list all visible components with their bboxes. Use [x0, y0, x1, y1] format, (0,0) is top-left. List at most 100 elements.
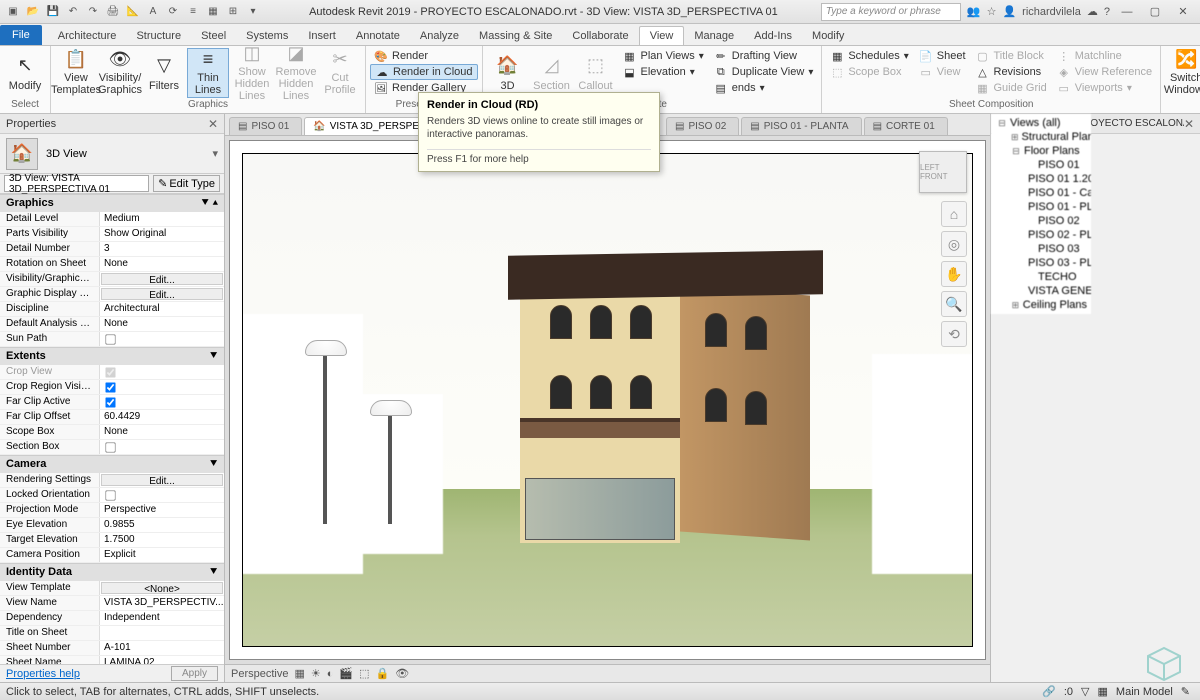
guide-grid-button[interactable]: ▦Guide Grid: [972, 80, 1051, 96]
view-name-field[interactable]: VISTA 3D_PERSPECTIV...: [100, 596, 224, 610]
infocenter-icon[interactable]: 👥: [967, 5, 981, 18]
redo-icon[interactable]: ↷: [84, 3, 102, 21]
section-button[interactable]: ◿Section: [531, 48, 573, 98]
elevation-button[interactable]: ⬓Elevation ▾: [619, 64, 708, 80]
3d-view-button[interactable]: 🏠3D: [487, 48, 529, 98]
tab-manage[interactable]: Manage: [684, 27, 744, 45]
tab-file[interactable]: File: [0, 25, 42, 45]
thin-lines-icon[interactable]: ≡: [184, 3, 202, 21]
tree-item[interactable]: PISO 02: [991, 214, 1091, 228]
tree-item[interactable]: ⊟3D Views: [991, 312, 1091, 314]
cat-camera[interactable]: Camera⯆: [0, 455, 224, 473]
vg-overrides-button[interactable]: Edit...: [101, 273, 223, 285]
sunpath-checkbox[interactable]: [100, 332, 224, 346]
type-selector[interactable]: 🏠 3D View ▾: [0, 134, 224, 174]
expand-icon[interactable]: ⊞: [1011, 132, 1019, 143]
tree-item[interactable]: ⊟Views (all): [991, 116, 1091, 130]
tree-item[interactable]: PISO 01 - PLANTA: [991, 200, 1091, 214]
duplicate-view-button[interactable]: ⧉Duplicate View ▾: [710, 64, 818, 80]
plan-views-button[interactable]: ▦Plan Views ▾: [619, 48, 708, 64]
expand-icon[interactable]: ⊟: [1011, 314, 1021, 315]
render-cloud-button[interactable]: ☁Render in Cloud: [370, 64, 478, 80]
render-show-icon[interactable]: 🎬: [339, 667, 353, 680]
properties-close-icon[interactable]: ✕: [208, 117, 218, 131]
cat-identity[interactable]: Identity Data⯆: [0, 563, 224, 581]
detail-level-field[interactable]: Medium: [100, 212, 224, 226]
render-button[interactable]: 🎨Render: [370, 48, 478, 64]
cat-graphics[interactable]: Graphics⯆ ▴: [0, 194, 224, 212]
crop-icon[interactable]: ⬚: [359, 667, 369, 680]
view-reference-button[interactable]: ◈View Reference: [1053, 64, 1156, 80]
edit-type-button[interactable]: ✎Edit Type: [153, 175, 220, 192]
house-model[interactable]: [520, 243, 810, 573]
modify-button[interactable]: ↖Modify: [4, 48, 46, 98]
sb-filter-icon[interactable]: ▽: [1077, 685, 1093, 698]
cut-profile-button[interactable]: ✂Cut Profile: [319, 48, 361, 98]
eye-elev-field[interactable]: 0.9855: [100, 518, 224, 532]
dropdown-icon[interactable]: ▾: [244, 3, 262, 21]
expand-icon[interactable]: ⊟: [997, 118, 1007, 129]
sheet-button[interactable]: 📄Sheet: [915, 48, 970, 64]
matchline-button[interactable]: ⋮Matchline: [1053, 48, 1156, 64]
tab-architecture[interactable]: Architecture: [48, 27, 127, 45]
tree-item[interactable]: VISTA GENERAL: [991, 284, 1091, 298]
crop-checkbox[interactable]: [100, 365, 224, 379]
scale-label[interactable]: Perspective: [231, 668, 288, 680]
open-icon[interactable]: 📂: [24, 3, 42, 21]
sb-workset-icon[interactable]: ▦: [1094, 685, 1112, 698]
lock-icon[interactable]: 🔒: [376, 667, 390, 680]
title-block-button[interactable]: ▢Title Block: [972, 48, 1051, 64]
tab-addins[interactable]: Add-Ins: [744, 27, 802, 45]
farclip-checkbox[interactable]: [100, 395, 224, 409]
tree-item[interactable]: TECHO: [991, 270, 1091, 284]
cat-extents[interactable]: Extents⯆: [0, 347, 224, 365]
sheet-name-field[interactable]: LAMINA 02: [100, 656, 224, 664]
dependency-field[interactable]: Independent: [100, 611, 224, 625]
title-sheet-field[interactable]: [100, 626, 224, 640]
reveal-icon[interactable]: 👁: [395, 667, 409, 680]
tree-item[interactable]: PISO 03 - PLANTA: [991, 256, 1091, 270]
projection-field[interactable]: Perspective: [100, 503, 224, 517]
switch-windows-button[interactable]: 🔀Switch Windows: [1165, 48, 1200, 98]
thin-lines-button[interactable]: ≡Thin Lines: [187, 48, 229, 98]
locked-checkbox[interactable]: [100, 488, 224, 502]
sectionbox-checkbox[interactable]: [100, 440, 224, 454]
tab-view[interactable]: View: [639, 26, 685, 45]
view-instance-combo[interactable]: 3D View: VISTA 3D_PERSPECTIVA 01: [4, 175, 149, 192]
view-tab-4[interactable]: ▤CORTE 01: [864, 117, 948, 135]
dimension-icon[interactable]: A: [144, 3, 162, 21]
tree-item[interactable]: PISO 03: [991, 242, 1091, 256]
scope-box-button[interactable]: ⬚Scope Box: [826, 64, 912, 80]
tab-analyze[interactable]: Analyze: [410, 27, 469, 45]
nav-zoom-icon[interactable]: 🔍: [941, 291, 967, 317]
exchange-icon[interactable]: ☁: [1087, 5, 1098, 18]
callout-button[interactable]: ⬚Callout: [575, 48, 617, 98]
parts-vis-field[interactable]: Show Original: [100, 227, 224, 241]
print-icon[interactable]: 🖨: [104, 3, 122, 21]
apply-button[interactable]: Apply: [171, 666, 218, 681]
schedules-button[interactable]: ▦Schedules ▾: [826, 48, 912, 64]
tree-item[interactable]: ⊞Ceiling Plans: [991, 298, 1091, 312]
tree-item[interactable]: PISO 02 - PLANTA: [991, 228, 1091, 242]
close-hidden-icon[interactable]: ▦: [204, 3, 222, 21]
user-icon[interactable]: 👤: [1002, 5, 1016, 18]
scope-box-field[interactable]: None: [100, 425, 224, 439]
help-search-input[interactable]: Type a keyword or phrase: [821, 3, 961, 21]
view-tab-1[interactable]: 🏠VISTA 3D_PERSPE: [304, 117, 432, 135]
shadows-icon[interactable]: ◐: [327, 668, 334, 680]
project-tree[interactable]: ⊟Views (all)⊞Structural Plans⊟Floor Plan…: [991, 114, 1091, 314]
tab-massing[interactable]: Massing & Site: [469, 27, 562, 45]
minimize-button[interactable]: —: [1116, 3, 1138, 21]
tree-item[interactable]: PISO 01 - Callout 1: [991, 186, 1091, 200]
expand-icon[interactable]: ⊟: [1011, 146, 1021, 157]
viewcube[interactable]: LEFT FRONT: [919, 151, 967, 193]
sheet-num-field[interactable]: A-101: [100, 641, 224, 655]
render-settings-button[interactable]: Edit...: [101, 474, 223, 486]
username-label[interactable]: richardvilela: [1022, 6, 1081, 18]
show-hidden-button[interactable]: ◫Show Hidden Lines: [231, 48, 273, 98]
sync-icon[interactable]: ⟳: [164, 3, 182, 21]
detail-num-field[interactable]: 3: [100, 242, 224, 256]
filters-button[interactable]: ▽Filters: [143, 48, 185, 98]
legends-button[interactable]: ▤ends ▾: [710, 80, 818, 96]
view-template-button[interactable]: <None>: [101, 582, 223, 594]
